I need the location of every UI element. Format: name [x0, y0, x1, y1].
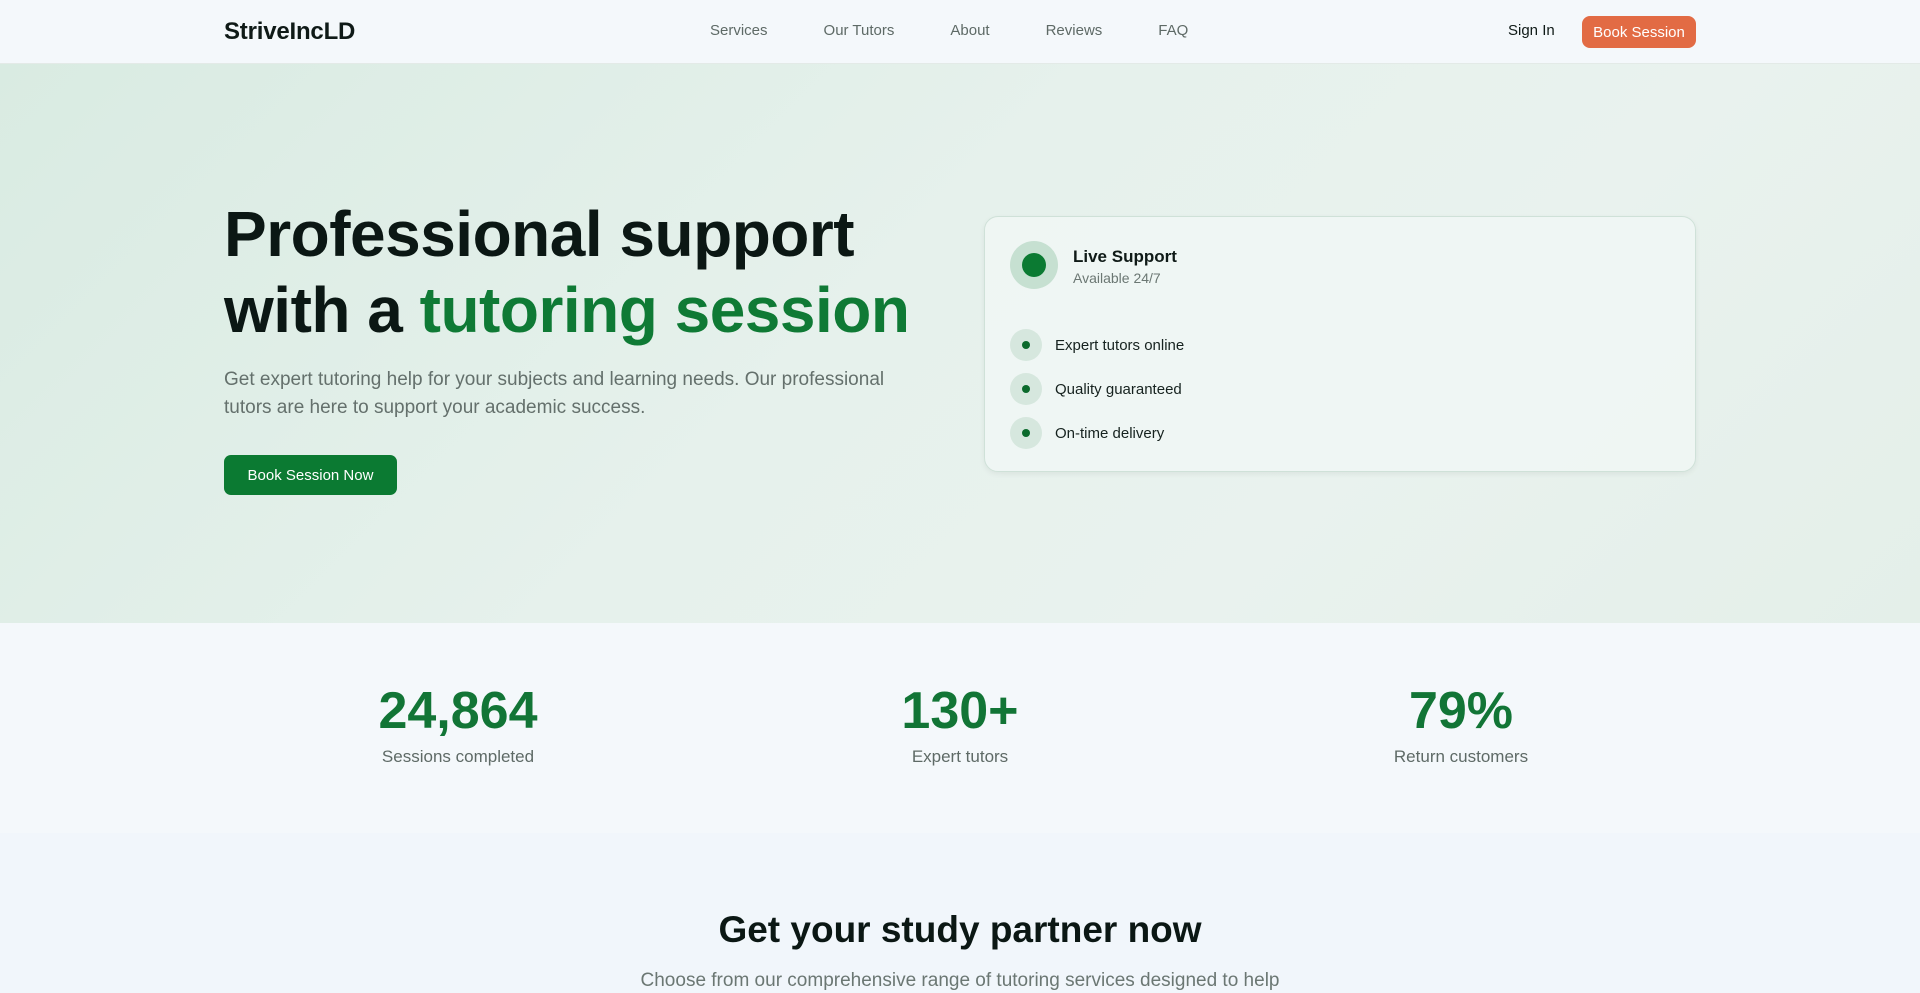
bullet-icon: [1010, 417, 1042, 449]
brand-logo[interactable]: StriveIncLD: [224, 18, 355, 46]
book-session-now-button[interactable]: Book Session Now: [224, 455, 397, 495]
hero-title-prefix: with a: [224, 274, 420, 346]
stat-label: Expert tutors: [911, 747, 1009, 766]
nav-link-services[interactable]: Services: [710, 22, 768, 39]
top-nav: StriveIncLD Services Our Tutors About Re…: [0, 0, 1920, 64]
stat-return: 79% Return customers: [1301, 681, 1621, 767]
live-status-dot: [1022, 253, 1046, 277]
stats-section: 24,864 Sessions completed 130+ Expert tu…: [0, 623, 1920, 833]
nav-links: Services Our Tutors About Reviews FAQ: [710, 22, 1188, 39]
nav-link-about[interactable]: About: [950, 22, 989, 39]
nav-link-reviews[interactable]: Reviews: [1046, 22, 1103, 39]
live-support-subtitle: Available 24/7: [1073, 270, 1161, 286]
study-partner-section: Get your study partner now Choose from o…: [0, 833, 1920, 993]
feature-item: Expert tutors online: [1010, 329, 1184, 361]
stat-value: 130+: [901, 682, 1019, 740]
hero-subtitle: Get expert tutoring help for your subjec…: [224, 369, 885, 418]
feature-item: Quality guaranteed: [1010, 373, 1184, 405]
hero-section: Professional support with a tutoring ses…: [0, 64, 1920, 623]
stat-tutors: 130+ Expert tutors: [800, 681, 1120, 767]
feature-item: On-time delivery: [1010, 417, 1184, 449]
feature-list: Expert tutors online Quality guaranteed …: [1010, 329, 1184, 461]
live-status-icon: [1010, 241, 1058, 289]
nav-link-faq[interactable]: FAQ: [1158, 22, 1188, 39]
feature-label: Quality guaranteed: [1055, 380, 1182, 398]
live-support-title: Live Support: [1073, 247, 1177, 266]
stat-value: 24,864: [378, 682, 538, 740]
hero-title-line1: Professional support: [224, 198, 855, 270]
stat-label: Sessions completed: [381, 747, 535, 766]
bullet-icon: [1010, 373, 1042, 405]
bullet-icon: [1010, 329, 1042, 361]
hero-title: Professional support with a tutoring ses…: [224, 196, 944, 348]
sign-in-link[interactable]: Sign In: [1508, 22, 1555, 39]
section-subtitle: Choose from our comprehensive range of t…: [640, 970, 1280, 991]
stat-sessions: 24,864 Sessions completed: [298, 681, 618, 767]
section-title: Get your study partner now: [718, 909, 1202, 950]
hero-title-accent: tutoring session: [419, 274, 910, 346]
feature-label: On-time delivery: [1055, 424, 1165, 442]
feature-label: Expert tutors online: [1055, 336, 1185, 354]
nav-link-our-tutors[interactable]: Our Tutors: [824, 22, 895, 39]
book-session-button[interactable]: Book Session: [1582, 16, 1696, 48]
stat-value: 79%: [1408, 682, 1514, 740]
live-support-card: Live Support Available 24/7 Expert tutor…: [984, 216, 1696, 472]
stat-label: Return customers: [1393, 747, 1529, 766]
